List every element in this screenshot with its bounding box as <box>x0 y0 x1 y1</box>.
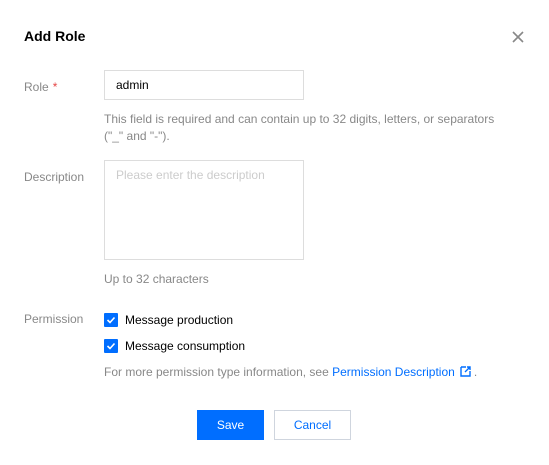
role-help-text-line2: ("_" and "-"). <box>104 129 170 143</box>
role-help-text: This field is required and can contain u… <box>104 112 495 126</box>
permission-info-suffix: . <box>473 365 478 379</box>
description-textarea[interactable] <box>104 160 304 260</box>
description-label: Description <box>24 170 85 184</box>
external-link-icon[interactable] <box>460 365 471 377</box>
permission-description-link[interactable]: Permission Description <box>332 365 455 379</box>
checkmark-icon[interactable] <box>104 313 118 327</box>
permission-info-text: For more permission type information, se… <box>104 364 477 380</box>
add-role-dialog: Add Role Role* This field is required an… <box>0 0 549 465</box>
required-mark: * <box>52 80 58 94</box>
role-label-text: Role <box>24 80 49 94</box>
checkmark-icon[interactable] <box>104 339 118 353</box>
role-label: Role * <box>24 79 57 95</box>
message-production-checkbox-row[interactable]: Message production <box>104 312 233 328</box>
permission-label: Permission <box>24 312 84 326</box>
dialog-title: Add Role <box>24 28 86 44</box>
message-consumption-checkbox-row[interactable]: Message consumption <box>104 338 245 354</box>
description-help-text: Up to 32 characters <box>104 272 209 286</box>
cancel-button[interactable]: Cancel <box>274 410 351 440</box>
message-consumption-label: Message consumption <box>125 339 246 353</box>
role-input[interactable] <box>104 70 304 100</box>
permission-info-prefix: For more permission type information, se… <box>104 365 329 379</box>
message-production-label: Message production <box>125 313 234 327</box>
save-button[interactable]: Save <box>197 410 264 440</box>
close-icon[interactable] <box>509 28 527 46</box>
